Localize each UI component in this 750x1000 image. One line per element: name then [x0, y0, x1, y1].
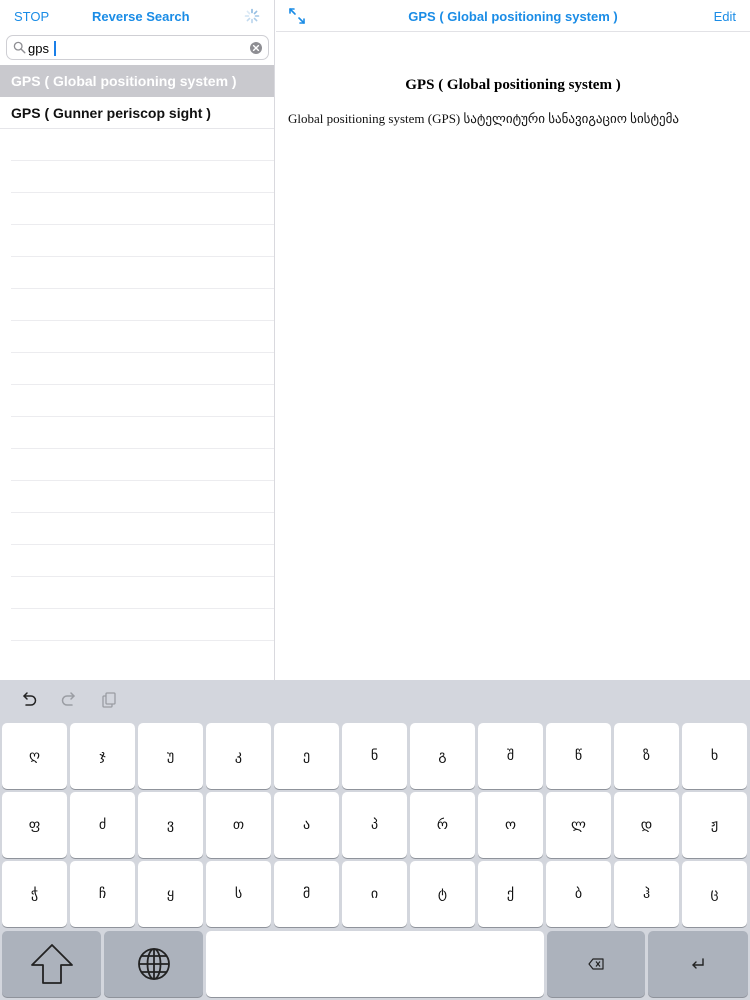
key[interactable]: მ [274, 861, 339, 927]
search-icon [13, 41, 26, 54]
empty-row [11, 609, 274, 641]
empty-row [11, 353, 274, 385]
key[interactable]: ხ [682, 723, 747, 789]
keyboard-shortcut-bar [0, 680, 750, 720]
master-toolbar: STOP Reverse Search [0, 0, 274, 32]
key[interactable]: დ [614, 792, 679, 858]
key[interactable]: თ [206, 792, 271, 858]
expand-icon[interactable] [288, 7, 306, 25]
key[interactable]: ზ [614, 723, 679, 789]
key[interactable]: რ [410, 792, 475, 858]
return-key[interactable] [648, 931, 748, 997]
master-pane: STOP Reverse Search gps GPS (Global pos… [0, 0, 275, 680]
delete-key[interactable] [547, 931, 645, 997]
result-row[interactable]: GPS ( Gunner periscop sight ) [0, 97, 274, 129]
key[interactable]: ფ [2, 792, 67, 858]
return-icon [692, 958, 704, 969]
key[interactable]: ყ [138, 861, 203, 927]
globe-key[interactable] [104, 931, 203, 997]
empty-row [11, 129, 274, 161]
key[interactable]: შ [478, 723, 543, 789]
search-input[interactable] [28, 38, 248, 58]
key[interactable]: გ [410, 723, 475, 789]
empty-row [11, 385, 274, 417]
undo-icon[interactable] [20, 691, 38, 709]
onscreen-keyboard: ღ ჯ უ კ ე ნ გ შ წ ზ ხ ფ ძ ვ თ ა პ რ ო ლ … [0, 680, 750, 1000]
detail-nav-title: GPS ( Global positioning system ) [408, 9, 618, 24]
empty-row [11, 545, 274, 577]
empty-row [11, 257, 274, 289]
result-row[interactable]: GPS ( Global positioning system ) [0, 65, 274, 97]
text-caret [54, 41, 56, 56]
empty-row [11, 193, 274, 225]
shift-icon [30, 944, 73, 984]
result-list: GPS ( Global positioning system ) GPS ( … [0, 65, 274, 641]
empty-row [11, 161, 274, 193]
empty-row [11, 577, 274, 609]
key[interactable]: ვ [138, 792, 203, 858]
key[interactable]: ბ [546, 861, 611, 927]
key[interactable]: უ [138, 723, 203, 789]
empty-row [11, 481, 274, 513]
key[interactable]: ჩ [70, 861, 135, 927]
key[interactable]: ა [274, 792, 339, 858]
key[interactable]: ტ [410, 861, 475, 927]
key[interactable]: ო [478, 792, 543, 858]
key[interactable]: ჭ [2, 861, 67, 927]
entry-definition: Global positioning system (GPS) სატელიტუ… [288, 111, 679, 126]
globe-icon [137, 948, 170, 980]
key[interactable]: ნ [342, 723, 407, 789]
key[interactable]: ე [274, 723, 339, 789]
empty-row [11, 449, 274, 481]
detail-pane: GPS ( Global positioning system ) Edit G… [276, 0, 750, 680]
key[interactable]: ღ [2, 723, 67, 789]
edit-button[interactable]: Edit [714, 9, 736, 24]
entry-heading: GPS ( Global positioning system ) [405, 77, 621, 93]
spinner-icon [244, 8, 260, 24]
search-field[interactable] [6, 35, 269, 60]
key[interactable]: ს [206, 861, 271, 927]
key[interactable]: ძ [70, 792, 135, 858]
stop-button[interactable]: STOP [14, 9, 49, 24]
empty-row [11, 513, 274, 545]
key[interactable]: ჯ [70, 723, 135, 789]
clear-icon[interactable] [249, 41, 263, 55]
key[interactable]: პ [342, 792, 407, 858]
reverse-search-button[interactable]: Reverse Search [92, 9, 190, 24]
key[interactable]: ქ [478, 861, 543, 927]
empty-row [11, 225, 274, 257]
key[interactable]: კ [206, 723, 271, 789]
key[interactable]: ი [342, 861, 407, 927]
empty-row [11, 417, 274, 449]
delete-icon [588, 958, 604, 970]
key[interactable]: ც [682, 861, 747, 927]
key[interactable]: ლ [546, 792, 611, 858]
empty-row [11, 289, 274, 321]
paste-icon[interactable] [100, 691, 118, 709]
key[interactable]: ჰ [614, 861, 679, 927]
key[interactable]: ჟ [682, 792, 747, 858]
shift-key[interactable] [2, 931, 101, 997]
redo-icon[interactable] [60, 691, 78, 709]
detail-toolbar: GPS ( Global positioning system ) Edit [276, 0, 750, 32]
key[interactable]: წ [546, 723, 611, 789]
empty-row [11, 321, 274, 353]
space-key[interactable] [206, 931, 544, 997]
